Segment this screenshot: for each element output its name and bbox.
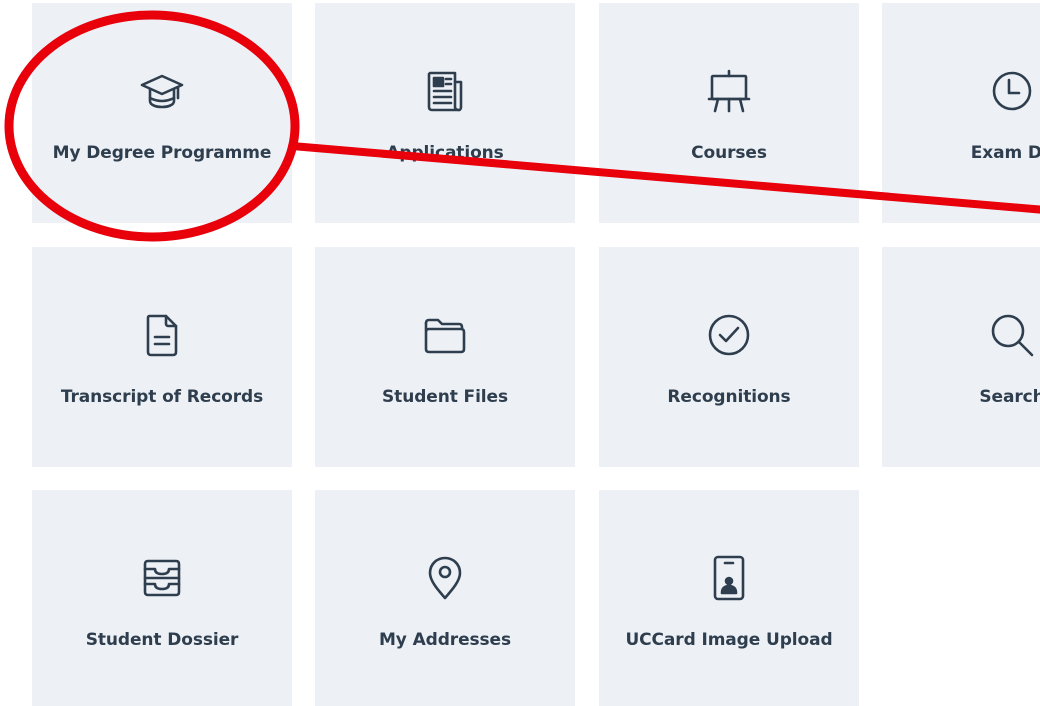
tile-exam-dates[interactable]: Exam Da xyxy=(882,3,1040,223)
tile-label: Search xyxy=(979,387,1040,407)
document-icon xyxy=(138,311,186,359)
newspaper-icon xyxy=(421,67,469,115)
folder-icon xyxy=(421,311,469,359)
tile-my-degree-programme[interactable]: My Degree Programme xyxy=(32,3,292,223)
tile-label: My Addresses xyxy=(378,630,511,650)
map-pin-icon xyxy=(421,554,469,602)
check-circle-icon xyxy=(705,311,753,359)
tile-student-dossier[interactable]: Student Dossier xyxy=(32,490,292,706)
tile-label: Student Dossier xyxy=(85,630,239,650)
tile-recognitions[interactable]: Recognitions xyxy=(599,247,859,467)
tile-uccard-image-upload[interactable]: UCCard Image Upload xyxy=(599,490,859,706)
tile-label: Recognitions xyxy=(667,387,791,407)
tile-label: Applications xyxy=(386,143,504,163)
tile-label: Exam Da xyxy=(970,143,1040,163)
tile-student-files[interactable]: Student Files xyxy=(315,247,575,467)
graduation-cap-icon xyxy=(138,67,186,115)
tile-label: Student Files xyxy=(382,387,508,407)
tile-label: Courses xyxy=(691,143,767,163)
tile-transcript-of-records[interactable]: Transcript of Records xyxy=(32,247,292,467)
search-icon xyxy=(988,311,1036,359)
dashboard-page: My Degree Programme Applications Courses… xyxy=(0,0,1040,706)
tile-my-addresses[interactable]: My Addresses xyxy=(315,490,575,706)
clock-icon xyxy=(988,67,1036,115)
tile-label: UCCard Image Upload xyxy=(625,630,833,650)
presentation-board-icon xyxy=(705,67,753,115)
tile-label: My Degree Programme xyxy=(52,143,272,163)
id-card-icon xyxy=(705,554,753,602)
tile-applications[interactable]: Applications xyxy=(315,3,575,223)
tile-label: Transcript of Records xyxy=(60,387,264,407)
inbox-tray-icon xyxy=(138,554,186,602)
tile-courses[interactable]: Courses xyxy=(599,3,859,223)
tile-search[interactable]: Search xyxy=(882,247,1040,467)
